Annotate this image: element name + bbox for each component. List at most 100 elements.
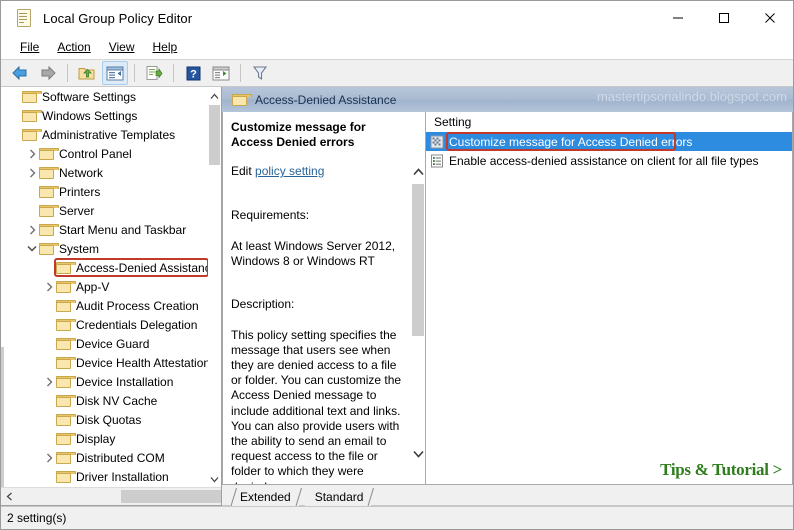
toolbar-separator [134,64,135,82]
tree-hscroll-track[interactable] [18,488,221,505]
tab-extended-label: Extended [240,489,291,504]
tree-expander-spacer [42,334,56,353]
help-icon[interactable]: ? [180,61,206,85]
settings-list-pane: Setting Customize message for Access Den… [426,112,793,485]
close-button[interactable] [747,1,793,35]
tree-item-control-panel[interactable]: Control Panel [1,144,221,163]
result-header-title: Access-Denied Assistance [255,92,397,107]
tab-standard-label: Standard [314,489,364,504]
menu-help[interactable]: Help [144,38,187,56]
chevron-right-icon[interactable] [25,220,39,239]
chevron-right-icon[interactable] [42,372,56,391]
tree-expander-spacer [42,467,56,486]
console-tree[interactable]: Software Settings Windows Settings Adminis… [1,87,221,488]
tree-item-device-health-attestation-s[interactable]: Device Health Attestation S [1,353,221,372]
tree-expander-spacer [42,391,56,410]
tree-item-credentials-delegation[interactable]: Credentials Delegation [1,315,221,334]
tree-left-scroll-remnant [1,347,4,497]
tree-item-audit-process-creation[interactable]: Audit Process Creation [1,296,221,315]
folder-icon [56,375,76,388]
maximize-button[interactable] [701,1,747,35]
tree-item-windows-settings[interactable]: Windows Settings [1,106,221,125]
minimize-button[interactable] [655,1,701,35]
description-scroll-up-arrow[interactable] [411,164,425,180]
tree-item-driver-installation[interactable]: Driver Installation [1,467,221,486]
forward-icon[interactable] [35,61,61,85]
description-text: This policy setting specifies the messag… [231,327,402,484]
tab-standard[interactable]: Standard [304,487,375,506]
chevron-right-icon[interactable] [42,277,56,296]
tree-item-software-settings[interactable]: Software Settings [1,87,221,106]
description-scroll-thumb[interactable] [412,184,424,336]
column-header-setting[interactable]: Setting [426,112,792,132]
tree-expander-spacer [8,87,22,106]
tree-item-server[interactable]: Server [1,201,221,220]
tree-expander-spacer [42,315,56,334]
folder-icon [56,394,76,407]
watermark-top: mastertipsorialindo.blogspot.com [596,89,787,104]
tree-item-device-guard[interactable]: Device Guard [1,334,221,353]
tree-item-administrative-templates[interactable]: Administrative Templates [1,125,221,144]
tree-item-system[interactable]: System [1,239,221,258]
tree-item-network[interactable]: Network [1,163,221,182]
settings-list-row-1[interactable]: Enable access-denied assistance on clien… [426,151,792,170]
settings-list-row-0[interactable]: Customize message for Access Denied erro… [426,132,792,151]
tree-item-app-v[interactable]: App-V [1,277,221,296]
tree-item-start-menu-and-taskbar[interactable]: Start Menu and Taskbar [1,220,221,239]
tree-item-disk-quotas[interactable]: Disk Quotas [1,410,221,429]
tree-item-label: Access-Denied Assistance [76,260,218,275]
tree-hscroll-thumb[interactable] [121,490,221,503]
edit-prefix: Edit [231,164,256,178]
show-hide-action-pane-icon[interactable] [208,61,234,85]
result-header: Access-Denied Assistance mastertipsorial… [222,87,793,112]
tree-item-label: Device Guard [76,336,150,351]
menu-file[interactable]: File [11,38,48,56]
folder-icon [39,204,59,217]
tree-scroll-up-arrow[interactable] [208,87,221,105]
tree-item-distributed-com[interactable]: Distributed COM [1,448,221,467]
tree-scroll-down-arrow[interactable] [208,470,221,488]
tree-scroll-left-arrow[interactable] [1,488,18,505]
description-vertical-scrollbar[interactable] [411,112,425,484]
folder-icon [56,280,76,293]
policy-setting-link[interactable]: policy setting [255,164,324,178]
description-scroll-down-arrow[interactable] [411,446,425,462]
tree-item-device-installation[interactable]: Device Installation [1,372,221,391]
edit-policy-line: Edit policy setting [231,164,403,179]
tree-item-access-denied-assistance[interactable]: Access-Denied Assistance [1,258,221,277]
folder-icon [22,109,42,122]
chevron-right-icon[interactable] [42,448,56,467]
tree-horizontal-scrollbar[interactable] [1,487,221,505]
tree-item-printers[interactable]: Printers [1,182,221,201]
status-text: 2 setting(s) [7,511,67,525]
menu-view[interactable]: View [100,38,144,56]
back-icon[interactable] [7,61,33,85]
tree-item-disk-nv-cache[interactable]: Disk NV Cache [1,391,221,410]
tree-item-label: Software Settings [42,89,137,104]
menu-action[interactable]: Action [48,38,99,56]
chevron-right-icon[interactable] [25,144,39,163]
tree-item-label: Device Installation [76,374,174,389]
chevron-down-icon[interactable] [25,239,39,258]
policy-document-icon [15,9,33,27]
requirements-text: At least Windows Server 2012, Windows 8 … [231,238,396,268]
folder-icon [56,299,76,312]
folder-icon [22,90,42,103]
toolbar: ? [1,59,793,87]
filter-icon[interactable] [247,61,273,85]
tree-item-label: Display [76,431,116,446]
menu-bar: File Action View Help [1,35,793,59]
tree-item-display[interactable]: Display [1,429,221,448]
chevron-right-icon[interactable] [25,163,39,182]
tree-expander-spacer [42,429,56,448]
tree-vertical-scrollbar[interactable] [208,87,221,488]
show-hide-console-tree-icon[interactable] [102,61,128,85]
menu-view-label: View [108,40,135,54]
tree-scroll-thumb[interactable] [209,105,220,165]
description-block: Description: This policy setting specifi… [231,282,403,484]
tree-item-label: Printers [59,184,101,199]
export-list-icon[interactable] [141,61,167,85]
up-one-level-icon[interactable] [74,61,100,85]
tab-extended[interactable]: Extended [230,487,302,506]
tree-item-label: Driver Installation [76,469,169,484]
